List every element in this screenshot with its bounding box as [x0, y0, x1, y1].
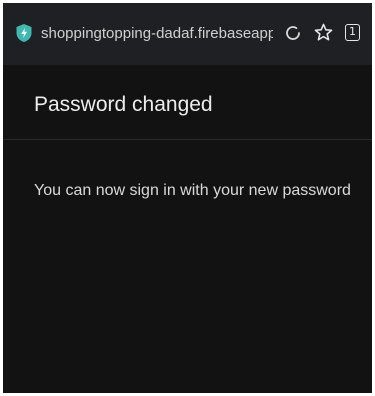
page-title: Password changed: [34, 93, 213, 116]
confirmation-message: You can now sign in with your new passwo…: [34, 182, 351, 199]
reload-icon[interactable]: [284, 24, 302, 42]
browser-frame: shoppingtopping-dadaf.firebaseapp.co 1 P…: [3, 3, 372, 393]
star-icon[interactable]: [313, 22, 334, 43]
url-bar[interactable]: shoppingtopping-dadaf.firebaseapp.co: [41, 25, 273, 43]
browser-toolbar: shoppingtopping-dadaf.firebaseapp.co 1: [3, 3, 372, 65]
tabs-icon[interactable]: 1: [345, 24, 360, 41]
divider: [3, 139, 372, 140]
shield-icon[interactable]: [15, 23, 33, 43]
